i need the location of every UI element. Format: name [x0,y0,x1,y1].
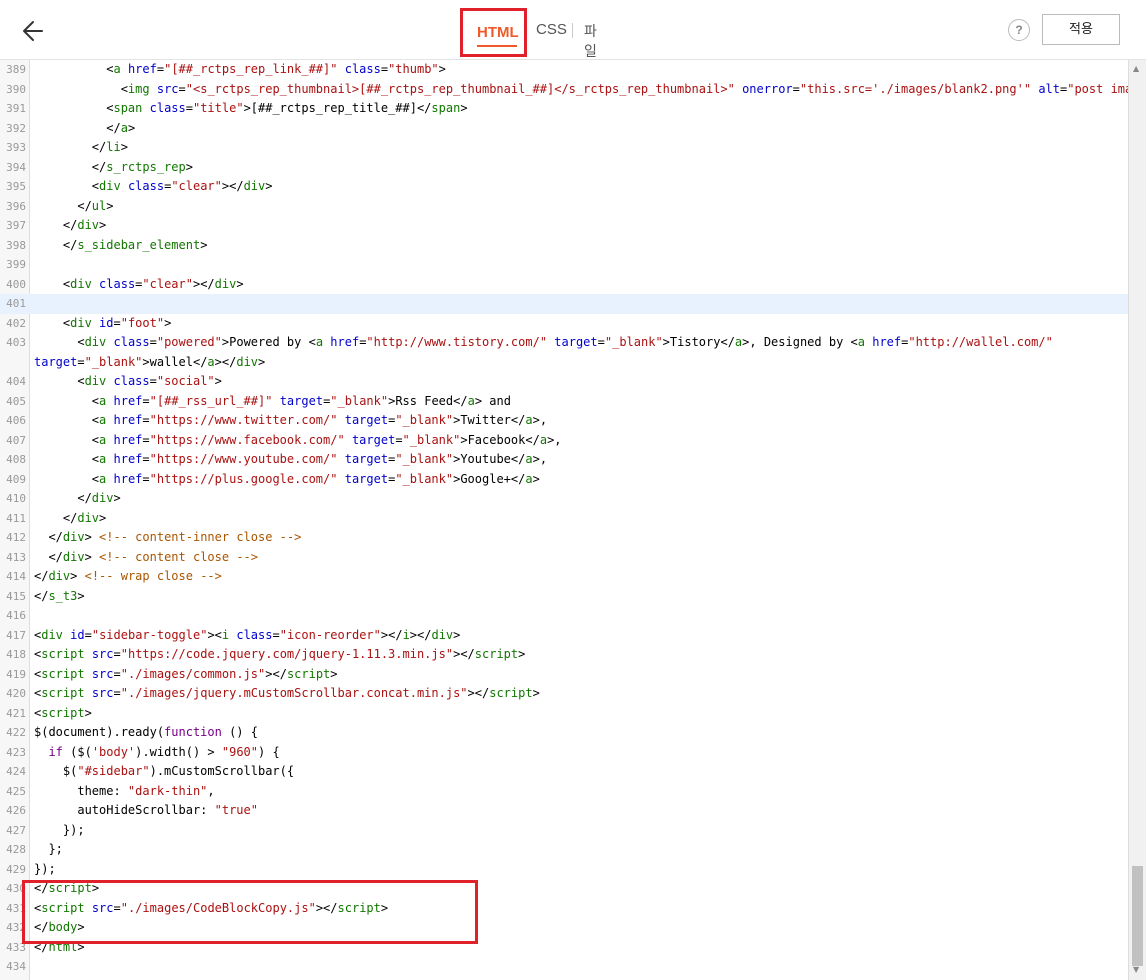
code-line: 419 <script src="./images/common.js"></sc… [6,666,338,681]
code-line: 417 <div id="sidebar-toggle"><i class="ic… [6,627,461,642]
code-line: 397 </div> [6,218,107,232]
code-line: 429}); [6,861,56,876]
code-line: 422 $(document).ready(function () { [6,725,258,739]
tab-active-underline [477,45,517,47]
code-line: 434 [6,960,26,973]
tab-html-label: HTML [477,24,519,41]
code-line: 403 <div class="powered">Powered by <a h… [6,335,1053,369]
tab-divider [572,23,573,38]
code-line: 394 </s_rctps_rep> [6,159,193,174]
code-line: 418 <script src="https://code.jquery.com/… [6,647,526,661]
code-line: 412 </div> <!-- content-inner close --> [6,530,302,544]
tab-html[interactable]: HTML [460,8,527,57]
code-line: 395 <div class="clear"></div> [6,179,273,193]
code-line: 398 </s_sidebar_element> [6,237,208,252]
code-line: 414 </div> <!-- wrap close --> [6,569,222,583]
code-line: 392 </a> [6,120,136,135]
code-line: 432 </body> [6,920,85,934]
scroll-down-icon[interactable]: ▼ [1133,965,1139,974]
code-line: 413 </div> <!-- content close --> [6,549,258,564]
code-line: 423 if ($('body').width() > "960") { [6,744,280,759]
code-line: 391 <span class="title">[##_rctps_rep_ti… [6,101,468,115]
code-line: 393 </li> [6,140,128,154]
code-line: 428 }; [6,842,63,856]
code-line: 425 theme: "dark-thin", [6,783,215,798]
code-line: 430 </script> [6,881,100,895]
code-editor[interactable]: 389 <a href="[##_rctps_rep_link_##]" cla… [0,60,1128,980]
code-line: 433 </html> [6,939,85,954]
code-line: 389 <a href="[##_rctps_rep_link_##]" cla… [6,62,446,76]
question-icon[interactable]: ? [1008,19,1030,41]
code-line: 420 <script src="./images/jquery.mCustomS… [6,686,540,700]
code-line: 396 </ul> [6,198,114,213]
code-line: 409 <a href="https://plus.google.com/" t… [6,471,540,486]
code-line: 408 <a href="https://www.youtube.com/" t… [6,452,548,466]
code-line: 410 </div> [6,491,121,505]
code-line: 400 <div class="clear"></div> [6,276,244,291]
code-line: 390 <img src="<s_rctps_rep_thumbnail>[##… [6,81,1128,96]
apply-button[interactable]: 적용 [1042,14,1120,45]
code-line: 407 <a href="https://www.facebook.com/" … [6,432,562,447]
code-line: 424 $("#sidebar").mCustomScrollbar({ [6,764,295,778]
scroll-up-icon[interactable]: ▲ [1133,64,1139,73]
code-line: 415 </s_t3> [6,588,85,603]
scrollbar-thumb[interactable] [1132,866,1143,966]
code-line: 426 autoHideScrollbar: "true" [6,803,258,817]
code-line: 404 <div class="social"> [6,374,222,388]
code-line: 421 <script> [6,705,92,720]
code-line: 405 <a href="[##_rss_url_##]" target="_b… [6,393,511,408]
code-line: 411 </div> [6,510,107,525]
active-code-line: 401 [0,294,1128,314]
code-line: 402 <div id="foot"> [6,315,172,330]
code-line: 416 [6,609,26,622]
code-line: 406 <a href="https://www.twitter.com/" t… [6,413,548,427]
vertical-scrollbar[interactable]: ▲ ▼ [1128,60,1146,980]
code-line: 427 }); [6,822,85,837]
code-line: 431 <script src="./images/CodeBlockCopy.j… [6,900,389,915]
tab-css[interactable]: CSS [536,21,567,38]
code-line: 399 [6,258,26,271]
editor-toolbar: HTML CSS 파일업로드 ? 적용 [0,0,1146,120]
arrow-left-icon[interactable] [18,16,48,46]
